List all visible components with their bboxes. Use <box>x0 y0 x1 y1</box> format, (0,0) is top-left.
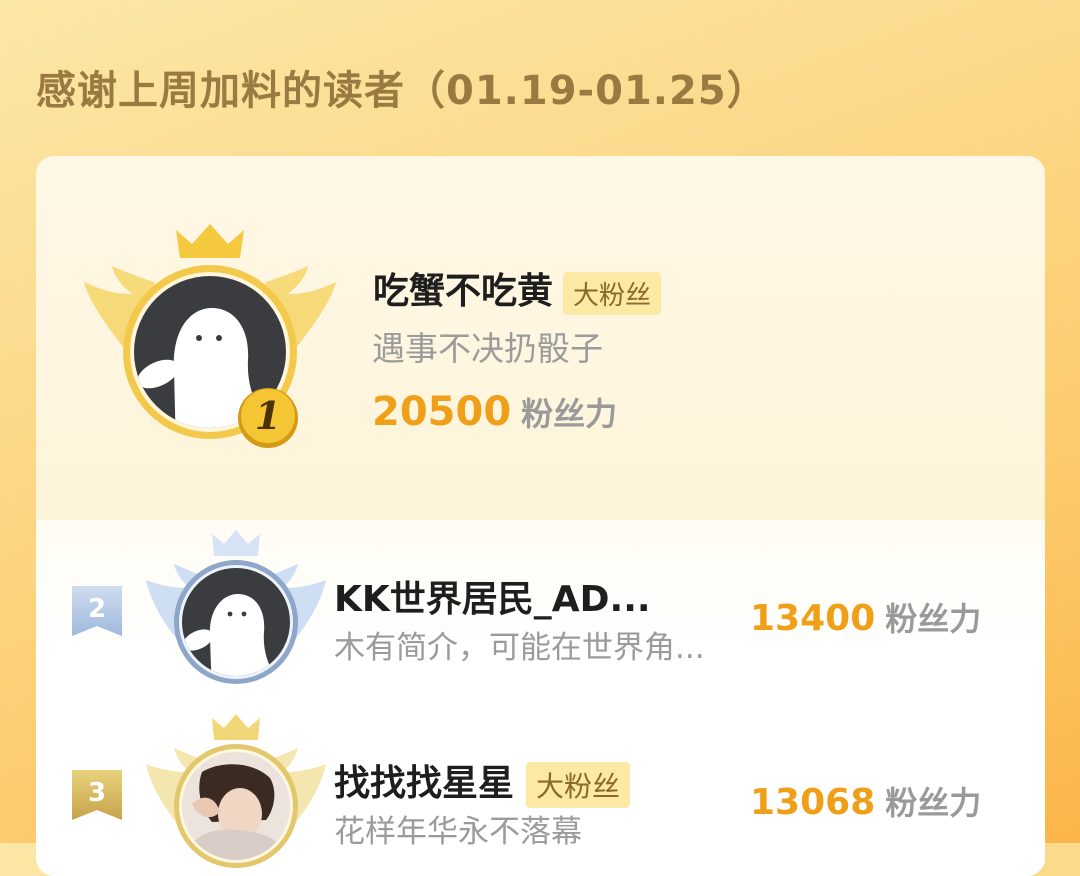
rank-3-flag: 3 <box>72 770 122 820</box>
score-unit: 粉丝力 <box>885 600 982 638</box>
score-value: 13400 <box>750 598 876 639</box>
top-reader-bio: 遇事不决扔骰子 <box>372 329 603 368</box>
page-title: 感谢上周加料的读者（01.19-01.25） <box>36 68 768 114</box>
score-value: 20500 <box>372 389 512 435</box>
reader-3-avatar[interactable] <box>142 712 330 876</box>
rank-1-number: 1 <box>255 393 281 438</box>
top-reader-score: 20500 粉丝力 <box>372 389 617 435</box>
reader-3-score: 13068 粉丝力 <box>750 778 981 824</box>
top-reader-name[interactable]: 吃蟹不吃黄 <box>373 271 553 312</box>
svg-text:3: 3 <box>88 778 106 808</box>
reader-2-score: 13400 粉丝力 <box>750 594 981 640</box>
score-value: 13068 <box>750 782 876 823</box>
ranking-card: 1 吃蟹不吃黄 大粉丝 遇事不决扔骰子 20500 粉丝力 2 KK世界居民_AD.… <box>36 156 1045 876</box>
fan-level-badge: 大粉丝 <box>526 762 631 808</box>
svg-text:2: 2 <box>88 594 106 624</box>
reader-2-bio: 木有简介，可能在世界角... <box>334 630 705 666</box>
reader-3-name[interactable]: 找找找星星 <box>334 763 514 804</box>
reader-2-name[interactable]: KK世界居民_AD... <box>334 570 651 622</box>
top-reader-avatar[interactable]: 1 <box>80 220 340 450</box>
top-reader-name-line[interactable]: 吃蟹不吃黄 大粉丝 <box>373 262 662 315</box>
rank-2-flag: 2 <box>72 586 122 636</box>
fan-level-badge: 大粉丝 <box>563 271 662 315</box>
reader-3-name-line[interactable]: 找找找星星 大粉丝 <box>334 754 631 808</box>
reader-3-bio: 花样年华永不落幕 <box>334 814 582 850</box>
score-unit: 粉丝力 <box>885 784 982 822</box>
reader-2-avatar[interactable] <box>142 528 330 696</box>
score-unit: 粉丝力 <box>521 395 618 433</box>
